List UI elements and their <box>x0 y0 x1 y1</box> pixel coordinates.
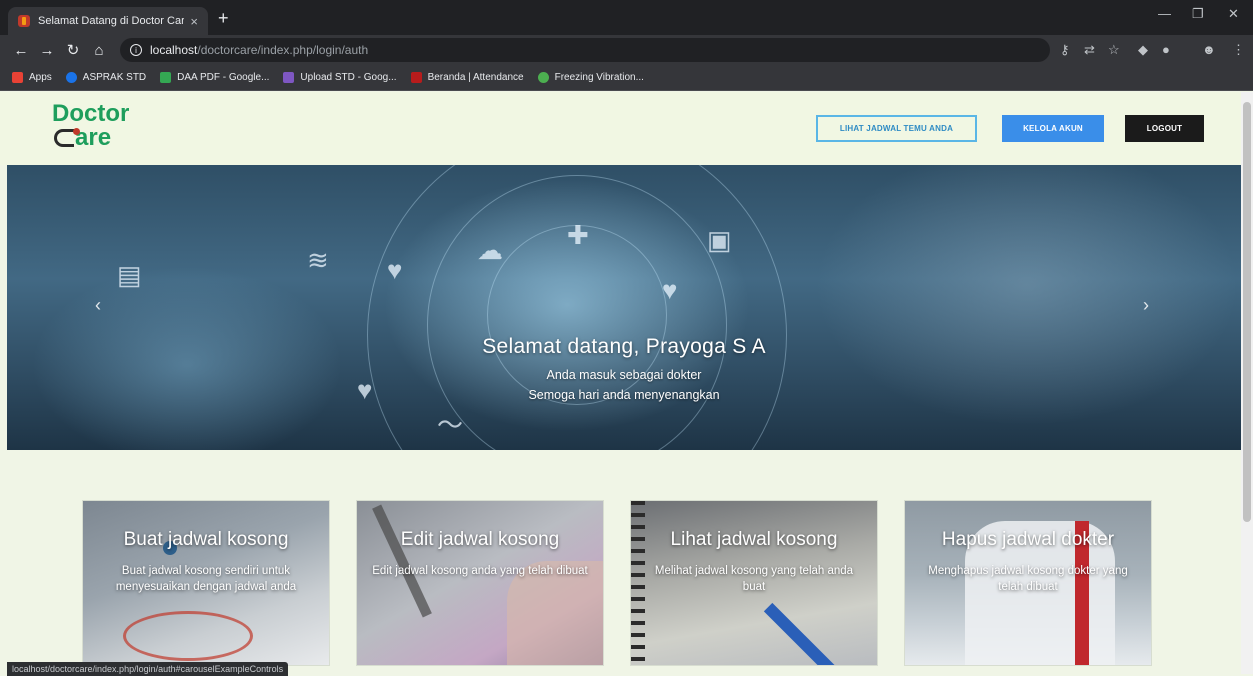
carousel-prev-icon[interactable]: ‹ <box>95 295 101 316</box>
bookmark-icon <box>65 72 77 83</box>
tab-close-icon[interactable]: × <box>190 14 198 29</box>
cross-icon: ✚ <box>567 220 589 250</box>
reload-icon[interactable]: ↻ <box>60 41 86 59</box>
calendar-circle-decoration <box>123 611 253 661</box>
restore-icon[interactable]: ❐ <box>1192 6 1204 22</box>
bookmark-daa-pdf[interactable]: DAA PDF - Google... <box>160 72 269 83</box>
card-title: Edit jadwal kosong <box>400 529 560 550</box>
page-viewport: Doctor are LIHAT JADWAL TEMU ANDA KELOLA… <box>0 92 1241 674</box>
menu-kebab-icon[interactable]: ⋮ <box>1232 42 1245 58</box>
card-description: Menghapus jadwal kosong dokter yang tela… <box>928 565 1128 593</box>
site-info-icon[interactable]: i <box>130 44 142 56</box>
heart-icon: ♥ <box>662 275 678 305</box>
browser-tabstrip: Selamat Datang di Doctor Care × + — ❐ ✕ <box>0 0 1253 35</box>
tab-title: Selamat Datang di Doctor Care <box>38 15 185 27</box>
logo-line-2: are <box>75 124 112 151</box>
forward-icon[interactable]: → <box>34 42 60 59</box>
card-title: Buat jadwal kosong <box>123 529 289 550</box>
bookmark-asprak[interactable]: ASPRAK STD <box>65 72 146 83</box>
logo-line-1: Doctor <box>52 100 130 127</box>
apps-grid-icon <box>12 72 23 83</box>
card-description: Melihat jadwal kosong yang telah anda bu… <box>654 565 854 593</box>
bookmark-freezing[interactable]: Freezing Vibration... <box>537 72 644 83</box>
bookmark-star-icon[interactable]: ☆ <box>1108 42 1120 58</box>
site-favicon-icon <box>18 15 30 27</box>
page-scrollbar[interactable] <box>1241 92 1253 674</box>
card-title: Lihat jadwal kosong <box>670 529 838 550</box>
pen-decoration <box>372 504 432 618</box>
monitor-icon: ▣ <box>707 225 732 255</box>
logout-button[interactable]: LOGOUT <box>1125 115 1204 142</box>
card-create-schedule[interactable]: Buat jadwal kosong Buat jadwal kosong se… <box>82 500 330 666</box>
cloud-icon: ☁ <box>477 235 503 265</box>
drive-icon <box>160 72 172 83</box>
address-bar[interactable]: i localhost/doctorcare/index.php/login/a… <box>120 38 1050 62</box>
close-window-icon[interactable]: ✕ <box>1228 6 1239 22</box>
manage-account-button[interactable]: KELOLA AKUN <box>1002 115 1104 142</box>
stethoscope-icon <box>54 128 80 147</box>
bookmark-apps[interactable]: Apps <box>12 72 52 83</box>
forms-icon <box>283 72 295 83</box>
translate-icon[interactable]: ⇄ <box>1084 42 1095 58</box>
welcome-greeting: Semoga hari anda menyenangkan <box>528 388 720 402</box>
card-view-schedule[interactable]: Lihat jadwal kosong Melihat jadwal koson… <box>630 500 878 666</box>
key-icon[interactable]: ⚷ <box>1060 42 1070 58</box>
url-host: localhost <box>150 43 198 57</box>
browser-tab[interactable]: Selamat Datang di Doctor Care × <box>8 7 208 35</box>
scrollbar-thumb[interactable] <box>1243 102 1251 522</box>
site-navbar: Doctor are LIHAT JADWAL TEMU ANDA KELOLA… <box>0 92 1241 165</box>
pen-decoration <box>763 602 851 665</box>
card-description: Edit jadwal kosong anda yang telah dibua… <box>372 565 588 577</box>
browser-toolbar: ← → ↻ ⌂ i localhost/doctorcare/index.php… <box>0 35 1253 65</box>
card-delete-schedule[interactable]: Hapus jadwal dokter Menghapus jadwal kos… <box>904 500 1152 666</box>
heart-icon: ♥ <box>387 255 403 285</box>
document-icon: ▤ <box>117 260 142 290</box>
bookmark-icon <box>537 72 549 83</box>
bookmark-upload-std[interactable]: Upload STD - Goog... <box>283 72 397 83</box>
extension-2-icon[interactable]: ● <box>1162 42 1170 57</box>
home-icon[interactable]: ⌂ <box>86 42 112 59</box>
card-title: Hapus jadwal dokter <box>941 529 1115 550</box>
minimize-icon[interactable]: — <box>1158 6 1171 21</box>
card-edit-schedule[interactable]: Edit jadwal kosong Edit jadwal kosong an… <box>356 500 604 666</box>
pulse-icon: 〜 <box>437 410 464 440</box>
profile-avatar-icon[interactable]: ☻ <box>1202 42 1216 57</box>
card-description: Buat jadwal kosong sendiri untuk menyesu… <box>115 565 297 593</box>
carousel-next-icon[interactable]: › <box>1143 295 1149 316</box>
wifi-icon: ≋ <box>307 245 329 275</box>
view-appointments-button[interactable]: LIHAT JADWAL TEMU ANDA <box>816 115 977 142</box>
hero-carousel: ♥ ☁ ✚ ♥ ♥ 〜 ▣ ▤ ≋ ‹ › Selamat datang, Pr… <box>7 165 1241 450</box>
bookmarks-bar: Apps ASPRAK STD DAA PDF - Google... Uplo… <box>0 65 1253 91</box>
welcome-title: Selamat datang, Prayoga S A <box>482 335 766 358</box>
extension-icon[interactable]: ◆ <box>1138 42 1148 58</box>
bookmark-attendance[interactable]: Beranda | Attendance <box>410 72 524 83</box>
back-icon[interactable]: ← <box>8 42 34 59</box>
bookmark-icon <box>410 72 422 83</box>
welcome-role: Anda masuk sebagai dokter <box>546 368 702 382</box>
url-path: /doctorcare/index.php/login/auth <box>197 43 369 57</box>
doctorcare-logo[interactable]: Doctor are <box>52 102 129 150</box>
new-tab-button[interactable]: + <box>218 8 229 28</box>
